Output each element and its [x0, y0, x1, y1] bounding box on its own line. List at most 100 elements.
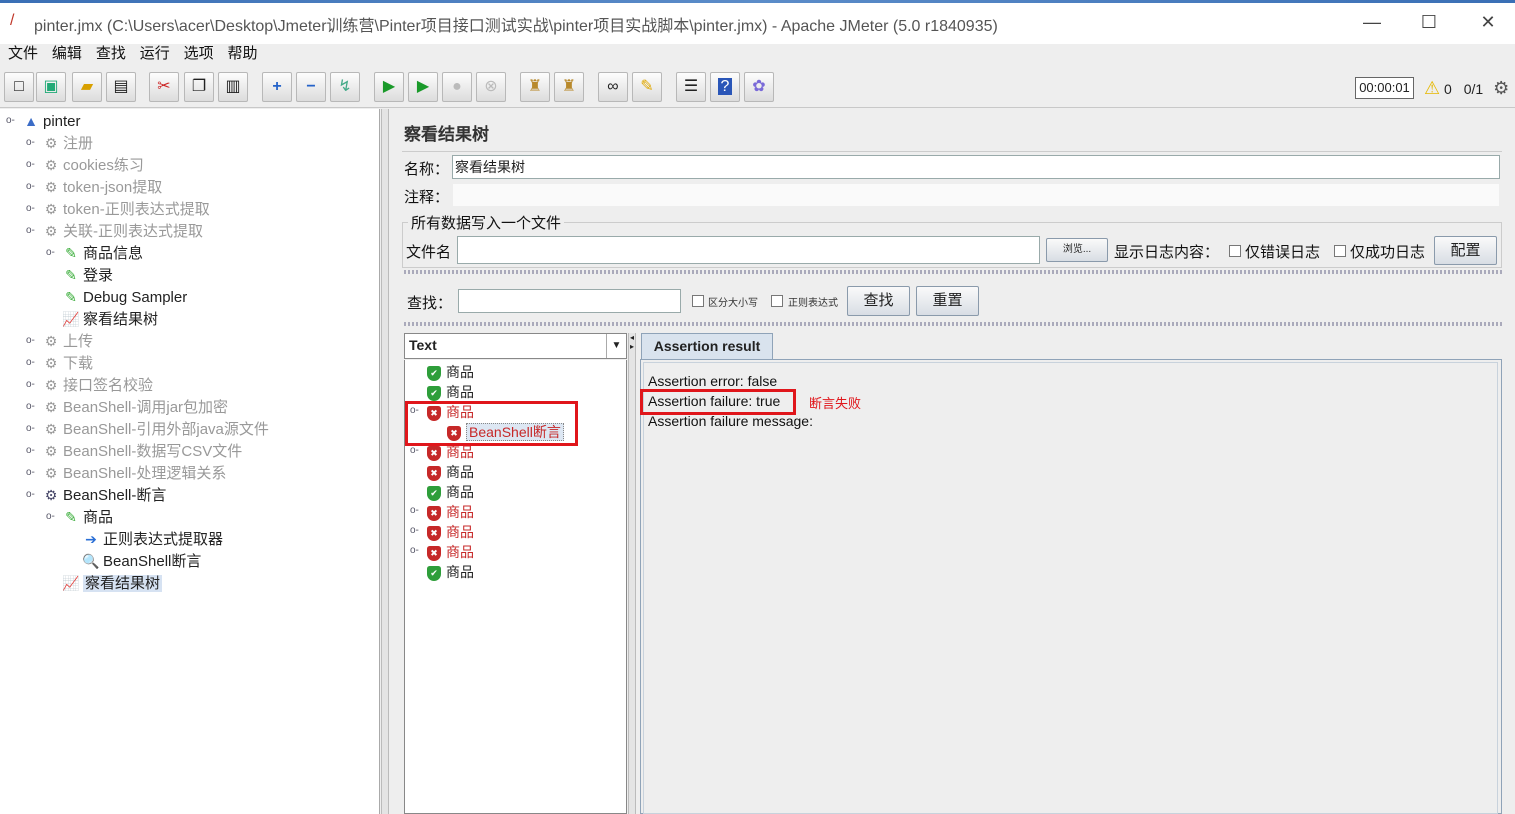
expand-icon[interactable]: + [262, 72, 292, 102]
tree-item[interactable]: ⚙ BeanShell-数据写CSV文件 [42, 440, 243, 462]
start-no-timers-icon[interactable]: ▶ [408, 72, 438, 102]
success-only-checkbox[interactable] [1334, 245, 1346, 257]
tree-item[interactable]: ⚙ BeanShell-处理逻辑关系 [42, 462, 227, 484]
cut-icon[interactable]: ✂ [149, 72, 179, 102]
tab-assertion-result[interactable]: Assertion result [641, 333, 773, 359]
collapse-icon[interactable]: − [296, 72, 326, 102]
main-splitter[interactable] [381, 109, 389, 814]
regex-checkbox[interactable] [771, 295, 783, 307]
result-row[interactable]: ✔ 商品 [427, 562, 474, 582]
result-row-failed[interactable]: ✖ 商品 [427, 522, 474, 542]
menu-search[interactable]: 查找 [96, 44, 126, 64]
collapse-toggle-icon[interactable]: o- [26, 357, 35, 368]
divider[interactable] [404, 322, 1502, 326]
maximize-button[interactable]: ☐ [1409, 8, 1449, 36]
collapse-toggle-icon[interactable]: o- [410, 545, 419, 556]
tree-item[interactable]: ⚙ 上传 [42, 330, 93, 352]
expand-toggle-icon[interactable]: o- [6, 115, 15, 126]
tree-item[interactable]: ⚙ 注册 [42, 132, 93, 154]
tree-item[interactable]: ✎ Debug Sampler [62, 286, 187, 308]
tree-item[interactable]: ⚙ cookies练习 [42, 154, 144, 176]
results-splitter[interactable]: ◂ ▸ [628, 333, 636, 814]
menu-options[interactable]: 选项 [184, 44, 214, 64]
tree-item[interactable]: ✎ 商品 [62, 506, 113, 528]
collapse-toggle-icon[interactable]: o- [26, 467, 35, 478]
tree-item[interactable]: ⚙ BeanShell-断言 [42, 484, 167, 506]
tree-item[interactable]: ✎ 商品信息 [62, 242, 143, 264]
collapse-toggle-icon[interactable]: o- [26, 203, 35, 214]
result-row[interactable]: ✔ 商品 [427, 362, 474, 382]
open-icon[interactable]: ▰ [72, 72, 102, 102]
clear-icon[interactable]: ♜ [520, 72, 550, 102]
tree-root[interactable]: ▲ pinter [22, 110, 80, 132]
search-button[interactable]: 查找 [847, 286, 910, 316]
collapse-toggle-icon[interactable]: o- [26, 181, 35, 192]
configure-button[interactable]: 配置 [1434, 236, 1497, 265]
tree-item[interactable]: 🔍 BeanShell断言 [82, 550, 201, 572]
tree-item[interactable]: ⚙ BeanShell-调用jar包加密 [42, 396, 228, 418]
collapse-toggle-icon[interactable]: o- [26, 423, 35, 434]
chevron-down-icon[interactable]: ▼ [606, 334, 626, 358]
collapse-toggle-icon[interactable]: o- [410, 505, 419, 516]
tree-item[interactable]: ⚙ BeanShell-引用外部java源文件 [42, 418, 269, 440]
collapse-toggle-icon[interactable]: o- [26, 401, 35, 412]
tree-item[interactable]: ⚙ 关联-正则表达式提取 [42, 220, 203, 242]
collapse-toggle-icon[interactable]: o- [410, 445, 419, 456]
reset-search-icon[interactable]: ✎ [632, 72, 662, 102]
menu-edit[interactable]: 编辑 [52, 44, 82, 64]
result-row-failed[interactable]: ✖ 商品 [427, 542, 474, 562]
tree-item[interactable]: ⚙ token-正则表达式提取 [42, 198, 210, 220]
result-row[interactable]: ✖ 商品 [427, 462, 474, 482]
expand-toggle-icon[interactable]: o- [26, 489, 35, 500]
menu-file[interactable]: 文件 [8, 44, 38, 64]
filename-input[interactable] [457, 236, 1040, 264]
tree-item[interactable]: 📈 察看结果树 [62, 308, 158, 330]
collapse-toggle-icon[interactable]: o- [46, 247, 55, 258]
warning-indicator[interactable]: ⚠ 0 0/1 ⚙ [1424, 77, 1509, 100]
stop-icon[interactable]: ● [442, 72, 472, 102]
result-row[interactable]: ✔ 商品 [427, 382, 474, 402]
collapse-toggle-icon[interactable]: o- [410, 525, 419, 536]
tree-item[interactable]: ⚙ 下载 [42, 352, 93, 374]
menu-help[interactable]: 帮助 [228, 44, 258, 64]
menu-run[interactable]: 运行 [140, 44, 170, 64]
help-icon[interactable]: ? [710, 72, 740, 102]
search-binoculars-icon[interactable]: ∞ [598, 72, 628, 102]
reset-button[interactable]: 重置 [916, 286, 979, 316]
start-icon[interactable]: ▶ [374, 72, 404, 102]
clear-all-icon[interactable]: ♜ [554, 72, 584, 102]
templates-icon[interactable]: ▣ [36, 72, 66, 102]
save-icon[interactable]: ▤ [106, 72, 136, 102]
comment-field[interactable] [452, 183, 1500, 207]
collapse-toggle-icon[interactable]: o- [26, 137, 35, 148]
collapse-toggle-icon[interactable]: o- [26, 159, 35, 170]
collapse-toggle-icon[interactable]: o- [26, 379, 35, 390]
tree-item[interactable]: ➔ 正则表达式提取器 [82, 528, 223, 550]
name-field[interactable]: 察看结果树 [452, 155, 1500, 179]
remote-icon[interactable]: ✿ [744, 72, 774, 102]
paste-icon[interactable]: ▥ [218, 72, 248, 102]
case-sensitive-checkbox[interactable] [692, 295, 704, 307]
collapse-toggle-icon[interactable]: o- [26, 335, 35, 346]
function-helper-icon[interactable]: ☰ [676, 72, 706, 102]
errors-only-checkbox[interactable] [1229, 245, 1241, 257]
tree-item[interactable]: ⚙ token-json提取 [42, 176, 163, 198]
search-input[interactable] [458, 289, 681, 313]
result-row[interactable]: ✔ 商品 [427, 482, 474, 502]
collapse-toggle-icon[interactable]: o- [26, 445, 35, 456]
copy-icon[interactable]: ❐ [184, 72, 214, 102]
shutdown-icon[interactable]: ⊗ [476, 72, 506, 102]
expand-toggle-icon[interactable]: o- [26, 225, 35, 236]
tree-item-selected[interactable]: 📈 察看结果树 [62, 572, 163, 594]
result-row-failed[interactable]: ✖ 商品 [427, 502, 474, 522]
close-button[interactable]: ✕ [1468, 8, 1508, 36]
browse-button[interactable]: 浏览... [1046, 238, 1108, 262]
minimize-button[interactable]: — [1352, 8, 1392, 36]
new-icon[interactable]: □ [4, 72, 34, 102]
toggle-icon[interactable]: ↯ [330, 72, 360, 102]
tree-item[interactable]: ✎ 登录 [62, 264, 113, 286]
expand-toggle-icon[interactable]: o- [46, 511, 55, 522]
renderer-select[interactable]: Text ▼ [404, 333, 627, 359]
divider[interactable] [404, 270, 1502, 274]
tree-item[interactable]: ⚙ 接口签名校验 [42, 374, 153, 396]
